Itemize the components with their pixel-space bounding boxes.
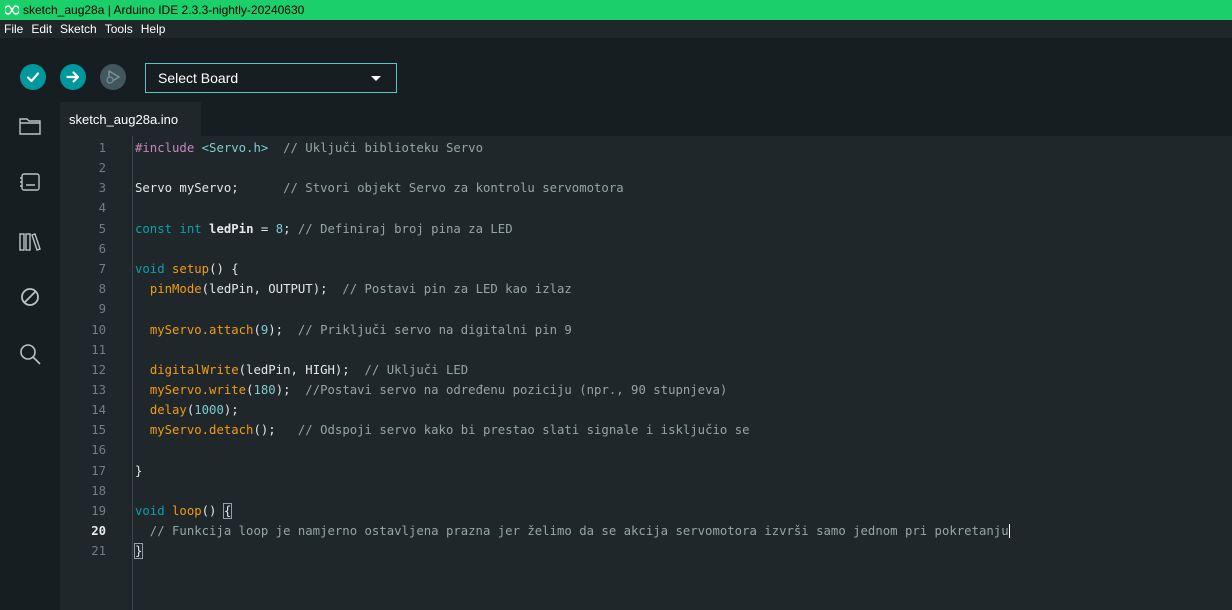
debug-disabled-icon[interactable] bbox=[18, 285, 42, 309]
code-line: 21 } bbox=[60, 542, 1232, 560]
gutter-divider bbox=[132, 136, 133, 610]
menu-tools[interactable]: Tools bbox=[105, 22, 133, 36]
line-number: 8 bbox=[98, 282, 106, 296]
code-line-active: 20 // Funkcija loop je namjerno ostavlje… bbox=[60, 522, 1232, 540]
verify-button[interactable] bbox=[20, 64, 46, 90]
menu-edit[interactable]: Edit bbox=[31, 22, 52, 36]
line-number: 19 bbox=[91, 504, 106, 518]
title-bar: sketch_aug28a | Arduino IDE 2.3.3-nightl… bbox=[0, 0, 1232, 20]
boards-icon[interactable] bbox=[18, 170, 42, 194]
line-number: 14 bbox=[91, 403, 106, 417]
text-cursor bbox=[1008, 524, 1010, 539]
line-number: 13 bbox=[91, 383, 106, 397]
menu-file[interactable]: File bbox=[4, 22, 23, 36]
code-text: delay(1000); bbox=[149, 403, 239, 417]
code-line: 6 bbox=[60, 240, 1232, 258]
code-line: 3 Servo myServo; // Stvori objekt Servo … bbox=[60, 179, 1232, 197]
line-number: 6 bbox=[98, 242, 106, 256]
upload-button[interactable] bbox=[60, 64, 86, 90]
code-line: 7 void setup() { bbox=[60, 260, 1232, 278]
tab-sketch[interactable]: sketch_aug28a.ino bbox=[60, 102, 201, 136]
search-icon[interactable] bbox=[18, 342, 42, 366]
code-text: Servo myServo; // Stvori objekt Servo za… bbox=[135, 181, 624, 195]
code-line: 12 digitalWrite(ledPin, HIGH); // Uključ… bbox=[60, 361, 1232, 379]
tab-label: sketch_aug28a.ino bbox=[69, 111, 179, 127]
code-text: void loop() { bbox=[135, 503, 233, 519]
line-number: 18 bbox=[91, 484, 106, 498]
code-text: #include <Servo.h> // Uključi biblioteku… bbox=[135, 141, 483, 155]
line-number: 20 bbox=[91, 524, 106, 538]
line-number: 2 bbox=[98, 161, 106, 175]
line-number: 4 bbox=[98, 201, 106, 215]
code-text: myServo.attach(9); // Priključi servo na… bbox=[149, 323, 572, 337]
line-number: 11 bbox=[91, 343, 106, 357]
line-number: 12 bbox=[91, 363, 106, 377]
line-number: 7 bbox=[98, 262, 106, 276]
code-text: digitalWrite(ledPin, HIGH); // Uključi L… bbox=[149, 363, 469, 377]
board-select-label: Select Board bbox=[158, 70, 239, 86]
code-line: 4 bbox=[60, 199, 1232, 217]
editor-tabs: sketch_aug28a.ino bbox=[60, 102, 1232, 136]
menu-bar: File Edit Sketch Tools Help bbox=[0, 20, 1232, 38]
line-number: 3 bbox=[98, 181, 106, 195]
arrow-right-icon bbox=[66, 71, 80, 83]
code-text: // Funkcija loop je namjerno ostavljena … bbox=[135, 523, 1010, 539]
sidebar bbox=[0, 102, 60, 610]
line-number: 15 bbox=[91, 423, 106, 437]
window-title: sketch_aug28a | Arduino IDE 2.3.3-nightl… bbox=[23, 3, 305, 17]
code-line: 2 bbox=[60, 159, 1232, 177]
library-icon[interactable] bbox=[18, 230, 42, 254]
check-icon bbox=[26, 72, 40, 83]
code-line: 17 } bbox=[60, 462, 1232, 480]
code-line: 19 void loop() { bbox=[60, 502, 1232, 520]
code-text: } bbox=[135, 464, 143, 478]
board-select[interactable]: Select Board bbox=[145, 63, 397, 93]
code-line: 1 #include <Servo.h> // Uključi bibliote… bbox=[60, 139, 1232, 157]
toolbar: Select Board bbox=[0, 38, 1232, 102]
code-line: 5 const int ledPin = 8; // Definiraj bro… bbox=[60, 220, 1232, 238]
menu-sketch[interactable]: Sketch bbox=[60, 22, 97, 36]
debug-button[interactable] bbox=[100, 64, 126, 90]
menu-help[interactable]: Help bbox=[141, 22, 166, 36]
chevron-down-icon bbox=[371, 76, 381, 81]
code-text: pinMode(ledPin, OUTPUT); // Postavi pin … bbox=[149, 282, 572, 296]
line-number: 16 bbox=[91, 443, 106, 457]
code-line: 16 bbox=[60, 441, 1232, 459]
code-line: 10 myServo.attach(9); // Priključi servo… bbox=[60, 321, 1232, 339]
line-number: 5 bbox=[98, 222, 106, 236]
code-line: 14 delay(1000); bbox=[60, 401, 1232, 419]
line-number: 21 bbox=[91, 544, 106, 558]
code-text: const int ledPin = 8; // Definiraj broj … bbox=[135, 222, 513, 236]
line-number: 9 bbox=[98, 302, 106, 316]
line-number: 1 bbox=[98, 141, 106, 155]
folder-icon[interactable] bbox=[18, 114, 42, 138]
code-line: 8 pinMode(ledPin, OUTPUT); // Postavi pi… bbox=[60, 280, 1232, 298]
code-text: void setup() { bbox=[135, 262, 239, 276]
line-number: 17 bbox=[91, 464, 106, 478]
code-editor[interactable]: 1 #include <Servo.h> // Uključi bibliote… bbox=[60, 136, 1232, 610]
code-text: myServo.write(180); //Postavi servo na o… bbox=[149, 383, 728, 397]
code-line: 11 bbox=[60, 341, 1232, 359]
debug-icon bbox=[106, 70, 120, 84]
code-line: 18 bbox=[60, 482, 1232, 500]
code-line: 13 myServo.write(180); //Postavi servo n… bbox=[60, 381, 1232, 399]
code-text: myServo.detach(); // Odspoji servo kako … bbox=[149, 423, 750, 437]
arduino-logo-icon bbox=[5, 3, 19, 17]
code-line: 15 myServo.detach(); // Odspoji servo ka… bbox=[60, 421, 1232, 439]
code-line: 9 bbox=[60, 300, 1232, 318]
code-text: } bbox=[133, 543, 144, 559]
line-number: 10 bbox=[91, 323, 106, 337]
